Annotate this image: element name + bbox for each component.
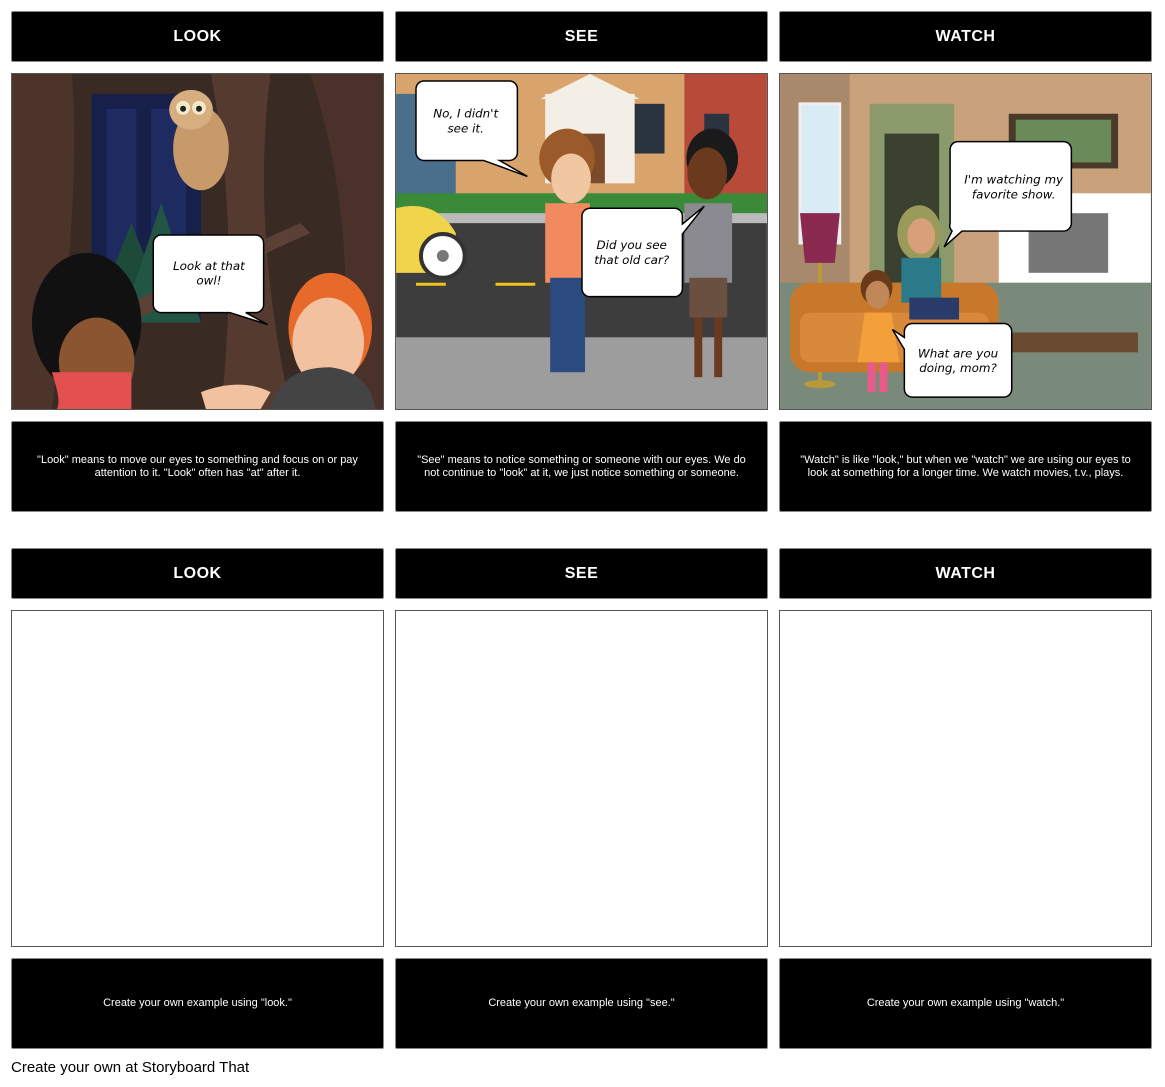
panel-title-watch-2: WATCH: [779, 548, 1152, 599]
svg-text:favorite show.: favorite show.: [972, 187, 1056, 201]
panel-title-look-2: LOOK: [11, 548, 384, 599]
svg-text:No, I didn't: No, I didn't: [433, 107, 499, 121]
scene-empty-watch[interactable]: [779, 610, 1152, 947]
svg-text:What are you: What are you: [918, 346, 999, 360]
panel-caption-see: "See" means to notice something or someo…: [395, 421, 768, 512]
panel-title-look: LOOK: [11, 11, 384, 62]
storyboard-that-link[interactable]: Create your own at Storyboard That: [11, 1059, 249, 1076]
panel-title-see-2: SEE: [395, 548, 768, 599]
panel-caption-see-2: Create your own example using "see.": [395, 958, 768, 1049]
svg-text:owl!: owl!: [196, 274, 221, 288]
panel-caption-look: "Look" means to move our eyes to somethi…: [11, 421, 384, 512]
panel-caption-look-2: Create your own example using "look.": [11, 958, 384, 1049]
speech-bubble-watch-b: What are you doing, mom?: [891, 322, 1013, 398]
scene-watch-livingroom: I'm watching my favorite show. What are …: [779, 73, 1152, 410]
svg-text:that old car?: that old car?: [594, 253, 670, 267]
svg-text:doing, mom?: doing, mom?: [919, 361, 997, 375]
scene-look-forest: Look at that owl!: [11, 73, 384, 410]
speech-bubble-watch-a: I'm watching my favorite show.: [943, 140, 1073, 248]
panel-caption-watch-2: Create your own example using "watch.": [779, 958, 1152, 1049]
svg-text:I'm watching my: I'm watching my: [964, 172, 1064, 186]
svg-text:Look at that: Look at that: [173, 259, 246, 273]
livingroom-illustration: I'm watching my favorite show. What are …: [780, 74, 1151, 409]
panel-title-watch: WATCH: [779, 11, 1152, 62]
svg-text:Did you see: Did you see: [597, 238, 667, 252]
svg-text:see it.: see it.: [447, 122, 483, 136]
speech-bubble-look: Look at that owl!: [152, 234, 268, 326]
street-illustration: No, I didn't see it. Did you see that ol…: [396, 74, 767, 409]
panel-caption-watch: "Watch" is like "look," but when we "wat…: [779, 421, 1152, 512]
panel-title-see: SEE: [395, 11, 768, 62]
forest-illustration: Look at that owl!: [12, 74, 383, 409]
scene-empty-look[interactable]: [11, 610, 384, 947]
coffee-table-icon: [998, 332, 1138, 353]
scene-see-street: No, I didn't see it. Did you see that ol…: [395, 73, 768, 410]
scene-empty-see[interactable]: [395, 610, 768, 947]
